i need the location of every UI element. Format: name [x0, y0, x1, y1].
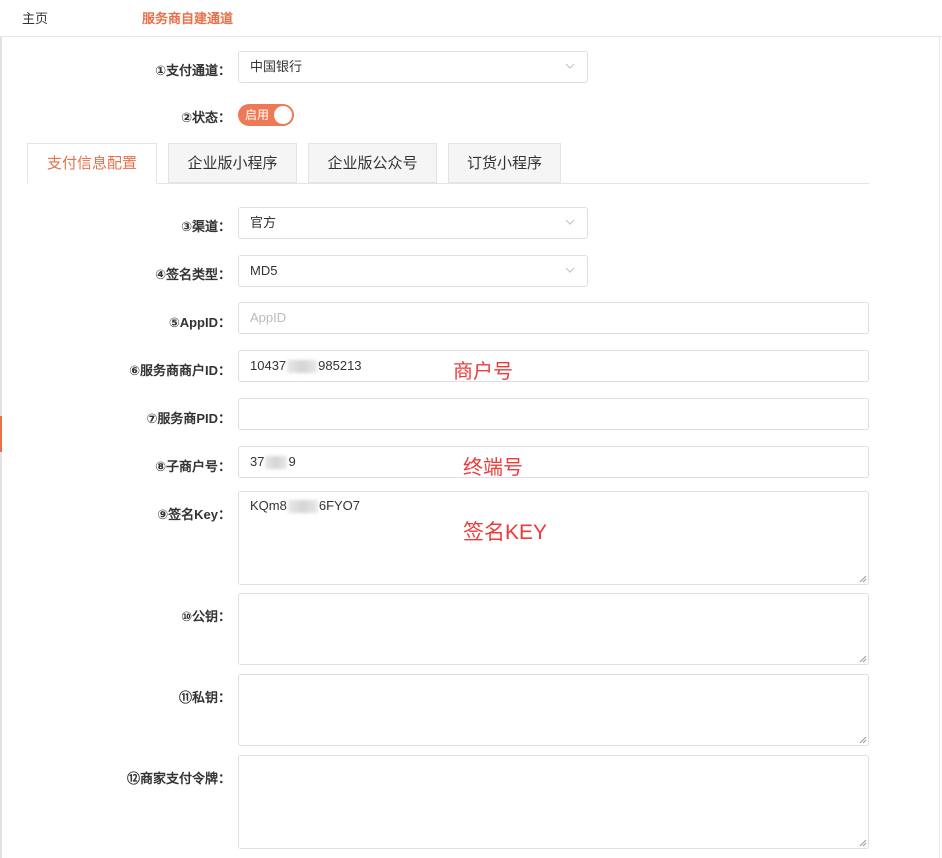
sign-key-prefix: KQm8: [250, 498, 287, 513]
status-toggle[interactable]: 启用: [238, 104, 294, 126]
sub-merchant-no-prefix: 37: [250, 454, 265, 469]
sp-pid-label: ⑦服务商PID：: [146, 411, 231, 426]
sp-pid-input[interactable]: [238, 398, 869, 430]
sp-merchant-id-suffix: 985213: [318, 358, 362, 373]
sign-type-select[interactable]: MD5: [238, 255, 588, 287]
tab-enterprise-official-account[interactable]: 企业版公众号: [308, 143, 437, 183]
tab-enterprise-mini-program[interactable]: 企业版小程序: [168, 143, 297, 183]
tab-service-provider-channel[interactable]: 服务商自建通道: [142, 0, 233, 36]
sub-merchant-no-label: ⑧子商户号：: [154, 459, 231, 474]
resize-handle-icon[interactable]: [858, 654, 867, 663]
sp-merchant-id-value: 10437 985213: [250, 351, 362, 381]
toggle-knob: [274, 106, 292, 124]
app-id-label: ⑤AppID：: [168, 315, 231, 330]
public-key-label: ⑩公钥：: [180, 609, 231, 624]
sign-key-value: KQm8 6FYO7: [250, 498, 360, 514]
channel-label: ③渠道：: [180, 219, 231, 234]
annotation-terminal-no: 终端号: [463, 457, 523, 479]
sub-merchant-no-value: 37 9: [250, 447, 296, 477]
sub-merchant-no-suffix: 9: [288, 454, 296, 469]
chevron-down-icon: [565, 219, 575, 225]
private-key-textarea[interactable]: [238, 674, 869, 746]
tab-home[interactable]: 主页: [22, 0, 48, 36]
status-toggle-text: 启用: [245, 108, 270, 122]
left-edge-bar: [0, 36, 2, 858]
sign-key-suffix: 6FYO7: [318, 498, 361, 513]
chevron-down-icon: [565, 267, 575, 273]
sp-merchant-id-prefix: 10437: [250, 358, 287, 373]
config-tabs: 支付信息配置 企业版小程序 企业版公众号 订货小程序: [27, 143, 869, 184]
public-key-textarea[interactable]: [238, 593, 869, 665]
sp-merchant-id-label: ⑥服务商商户ID：: [128, 363, 231, 378]
redaction-mask: [265, 456, 288, 470]
sign-type-value: MD5: [250, 263, 278, 278]
sp-merchant-id-input[interactable]: 10437 985213: [238, 350, 869, 382]
annotation-merchant-no: 商户号: [453, 361, 513, 383]
sign-key-textarea[interactable]: KQm8 6FYO7: [238, 491, 869, 585]
right-edge-line: [939, 36, 940, 858]
payment-channel-label: ①支付通道：: [154, 63, 231, 78]
app-id-placeholder: AppID: [250, 310, 287, 325]
payment-channel-select[interactable]: 中国银行: [238, 51, 588, 83]
left-edge-indicator: [0, 416, 2, 452]
merchant-token-label: ⑫商家支付令牌：: [126, 771, 231, 786]
resize-handle-icon[interactable]: [858, 838, 867, 847]
channel-select[interactable]: 官方: [238, 207, 588, 239]
resize-handle-icon[interactable]: [858, 735, 867, 744]
sign-type-label: ④签名类型：: [154, 267, 231, 282]
resize-handle-icon[interactable]: [858, 574, 867, 583]
redaction-mask: [287, 360, 318, 374]
payment-channel-value: 中国银行: [250, 59, 303, 74]
tab-ordering-mini-program[interactable]: 订货小程序: [448, 143, 561, 183]
private-key-label: ⑪私钥：: [178, 690, 231, 705]
sign-key-label: ⑨签名Key：: [157, 507, 231, 522]
redaction-mask: [287, 500, 318, 514]
status-label: ②状态：: [180, 110, 231, 125]
app-id-input[interactable]: AppID: [238, 302, 869, 334]
tab-payment-info-config[interactable]: 支付信息配置: [27, 143, 157, 184]
top-tab-bar: 主页 服务商自建通道: [0, 0, 942, 37]
channel-value: 官方: [250, 215, 277, 230]
merchant-token-textarea[interactable]: [238, 755, 869, 849]
annotation-sign-key: 签名KEY: [463, 521, 548, 544]
sub-merchant-no-input[interactable]: 37 9: [238, 446, 869, 478]
chevron-down-icon: [565, 63, 575, 69]
